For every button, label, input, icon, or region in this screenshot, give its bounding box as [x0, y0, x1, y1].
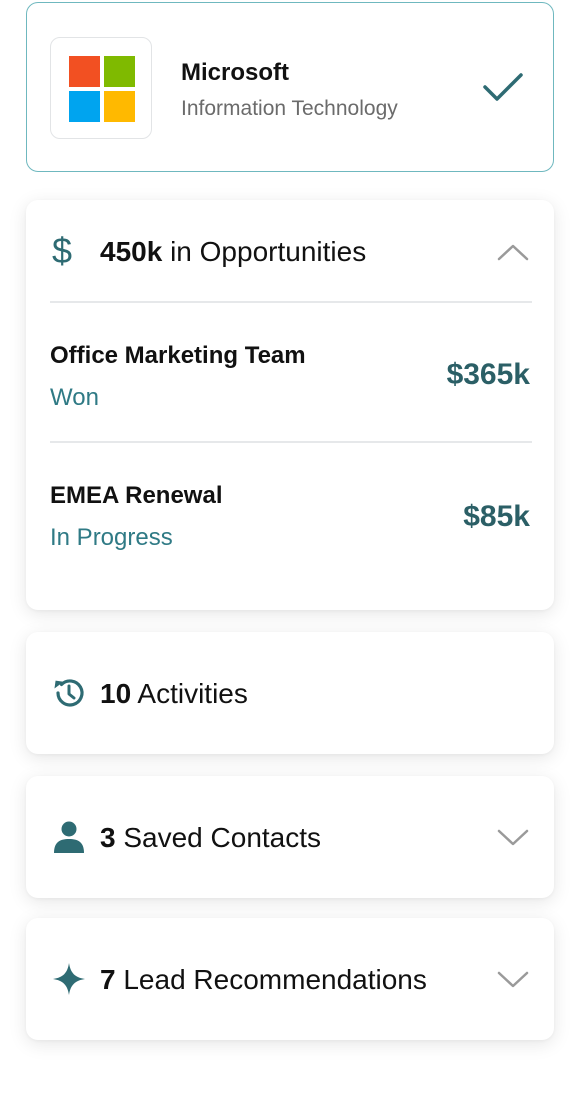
opportunities-card: $ 450k in Opportunities Office Marketing…	[26, 200, 554, 610]
opportunity-name: EMEA Renewal	[50, 482, 223, 509]
activities-label: Activities	[137, 678, 248, 709]
leads-count: 7	[100, 964, 116, 995]
sparkle-icon	[53, 963, 85, 995]
chevron-up-icon[interactable]	[496, 242, 530, 262]
saved-contacts-card[interactable]: 3 Saved Contacts	[26, 776, 554, 898]
opportunities-header[interactable]: $ 450k in Opportunities	[26, 200, 554, 302]
divider	[50, 441, 532, 443]
divider	[50, 301, 532, 303]
opportunity-amount: $85k	[463, 500, 530, 533]
company-name: Microsoft	[181, 59, 289, 86]
opportunities-title: 450k in Opportunities	[100, 236, 366, 268]
check-icon[interactable]	[481, 69, 525, 105]
chevron-down-icon[interactable]	[496, 970, 530, 990]
dollar-icon: $	[52, 230, 73, 271]
opportunities-label: in Opportunities	[170, 236, 367, 267]
company-card[interactable]: Microsoft Information Technology	[26, 2, 554, 172]
opportunity-status: In Progress	[50, 524, 173, 551]
activities-title: 10 Activities	[100, 678, 248, 710]
leads-label: Lead Recommendations	[123, 964, 427, 995]
lead-recommendations-card[interactable]: 7 Lead Recommendations	[26, 918, 554, 1040]
chevron-down-icon[interactable]	[496, 828, 530, 848]
opportunity-status: Won	[50, 384, 99, 411]
activities-count: 10	[100, 678, 132, 709]
contacts-label: Saved Contacts	[123, 822, 322, 853]
contacts-title: 3 Saved Contacts	[100, 822, 321, 854]
leads-title: 7 Lead Recommendations	[100, 964, 427, 996]
history-icon	[54, 679, 84, 707]
opportunity-amount: $365k	[446, 358, 530, 391]
company-industry: Information Technology	[181, 97, 398, 120]
activities-card[interactable]: 10 Activities	[26, 632, 554, 754]
company-logo	[50, 37, 152, 139]
contacts-count: 3	[100, 822, 116, 853]
microsoft-logo-icon	[69, 56, 135, 122]
opportunities-total: 450k	[100, 236, 163, 267]
person-icon	[54, 821, 84, 853]
opportunity-name: Office Marketing Team	[50, 342, 306, 369]
